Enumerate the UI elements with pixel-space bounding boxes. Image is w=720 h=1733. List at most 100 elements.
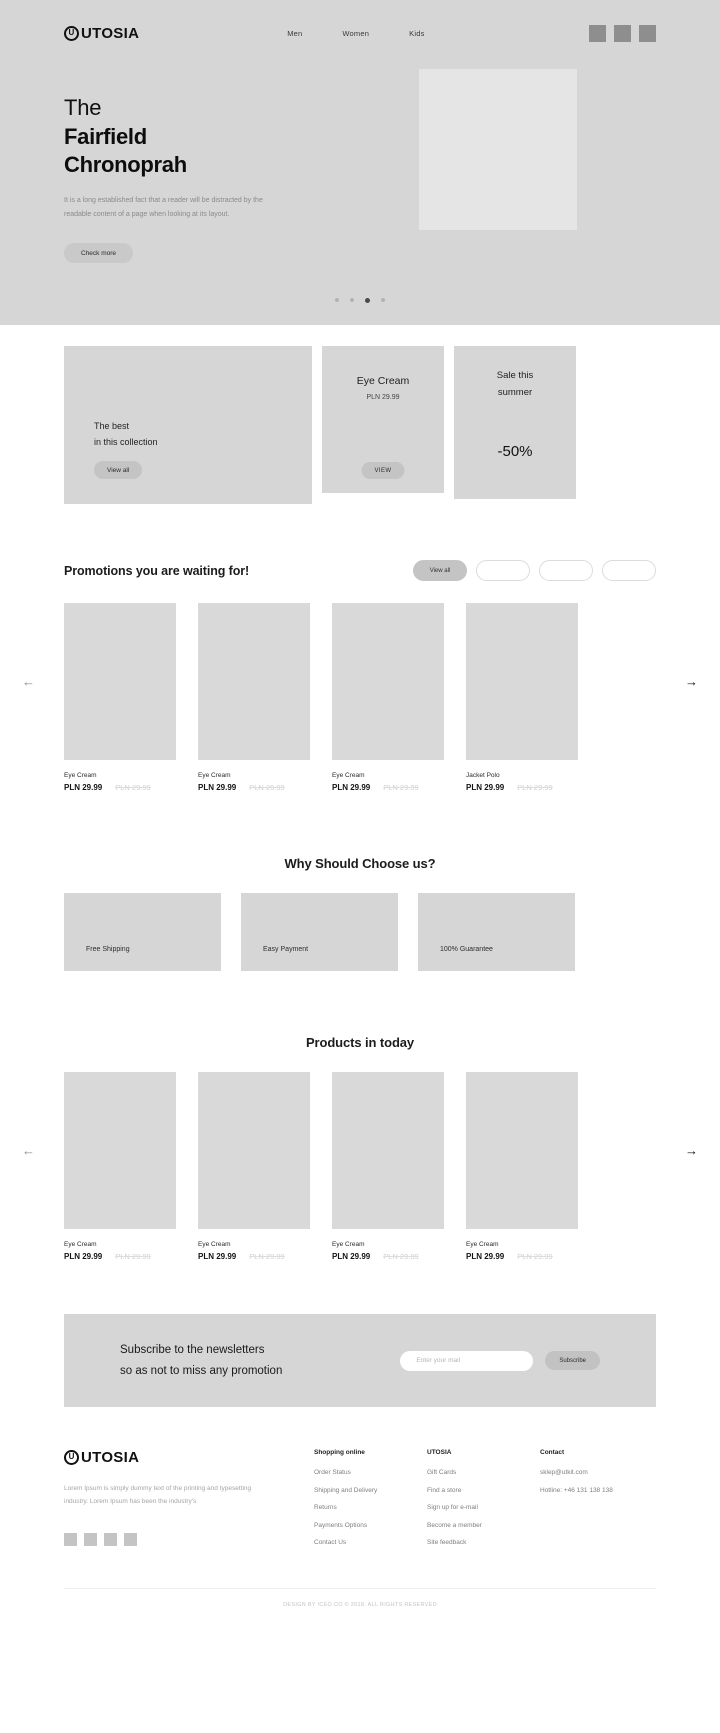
footer-about-text: Lorem Ipsum is simply dummy text of the … [64, 1485, 252, 1505]
filter-pill-2[interactable] [476, 560, 530, 581]
facebook-icon[interactable] [64, 1533, 77, 1546]
footer-column-utosia: UTOSIA Gift Cards Find a store Sign up f… [427, 1449, 540, 1557]
brand-logo-text: UTOSIA [81, 24, 140, 42]
feature-card-easy-payment[interactable]: Easy Payment [241, 893, 398, 971]
product-price: PLN 29.99 [466, 783, 505, 792]
youtube-icon[interactable] [124, 1533, 137, 1546]
product-image [64, 1072, 176, 1229]
newsletter-email-input[interactable] [400, 1350, 534, 1371]
promo-view-all-button[interactable]: View all [94, 461, 143, 479]
footer-column-title: Shopping online [314, 1449, 365, 1456]
instagram-icon[interactable] [104, 1533, 117, 1546]
footer-link-contact-us[interactable]: Contact Us [314, 1539, 427, 1546]
newsletter-form: Subscribe [400, 1350, 600, 1371]
cart-icon[interactable] [639, 24, 656, 42]
footer-link-shipping-delivery[interactable]: Shipping and Delivery [314, 1487, 427, 1494]
product-name: Jacket Polo [466, 772, 500, 779]
feature-cards-row: Free Shipping Easy Payment 100% Guarante… [0, 893, 720, 971]
product-card[interactable]: Eye Cream PLN 29.99 PLN 29.99 [332, 1072, 444, 1261]
today-prev-arrow[interactable]: ← [22, 1144, 35, 1157]
hero-description: It is a long established fact that a rea… [64, 196, 263, 218]
promo-card-sale[interactable]: Sale this summer -50% [454, 346, 576, 499]
carousel-dot-3[interactable] [365, 298, 370, 303]
promo-cards-row: The best in this collection View all Eye… [0, 325, 720, 504]
product-card[interactable]: Eye Cream PLN 29.99 PLN 29.99 [64, 603, 176, 792]
feature-card-free-shipping[interactable]: Free Shipping [64, 893, 221, 971]
brand-logo[interactable]: U UTOSIA [64, 25, 139, 42]
nav-icon-group [589, 24, 656, 42]
hero-title-line-2: Fairfield [64, 123, 147, 149]
twitter-icon[interactable] [84, 1533, 97, 1546]
product-old-price: PLN 29.99 [115, 783, 151, 792]
filter-pill-4[interactable] [602, 560, 656, 581]
footer-link-returns[interactable]: Returns [314, 1504, 427, 1511]
nav-item-kids[interactable]: Kids [409, 29, 424, 38]
promotions-next-arrow[interactable]: → [685, 675, 698, 688]
product-price: PLN 29.99 [198, 1252, 237, 1261]
logo-mark-letter: U [68, 27, 75, 37]
product-image [64, 603, 176, 760]
filter-pill-view-all[interactable]: View all [413, 560, 467, 581]
promotions-section-header: Promotions you are waiting for! View all [0, 560, 720, 581]
footer-link-gift-cards[interactable]: Gift Cards [427, 1469, 540, 1476]
feature-label: 100% Guarantee [440, 946, 493, 953]
footer-link-order-status[interactable]: Order Status [314, 1469, 427, 1476]
newsletter-section: Subscribe to the newsletters so as not t… [64, 1314, 656, 1407]
footer-column-contact: Contact sklep@utkit.com Hotline: +46 131… [540, 1449, 613, 1557]
carousel-dot-2[interactable] [350, 298, 354, 302]
product-price: PLN 29.99 [332, 783, 371, 792]
footer-link-become-member[interactable]: Become a member [427, 1522, 540, 1529]
product-card[interactable]: Jacket Polo PLN 29.99 PLN 29.99 [466, 603, 578, 792]
promotions-prev-arrow[interactable]: ← [22, 675, 35, 688]
check-more-button[interactable]: Check more [64, 243, 134, 264]
user-icon[interactable] [614, 24, 631, 42]
product-old-price: PLN 29.99 [115, 1252, 151, 1261]
product-card[interactable]: Eye Cream PLN 29.99 PLN 29.99 [198, 603, 310, 792]
product-card[interactable]: Eye Cream PLN 29.99 PLN 29.99 [64, 1072, 176, 1261]
footer-logo[interactable]: U UTOSIA [64, 1449, 314, 1466]
promo-card-collection[interactable]: The best in this collection View all [64, 346, 312, 504]
promotions-filter-group: View all [413, 560, 656, 581]
product-image [332, 603, 444, 760]
site-footer: U UTOSIA Lorem Ipsum is simply dummy tex… [0, 1407, 720, 1557]
hero-section: U UTOSIA Men Women Kids The Fairfield Ch… [0, 0, 720, 325]
footer-link-signup-email[interactable]: Sign up for e-mail [427, 1504, 540, 1511]
filter-pill-3[interactable] [539, 560, 593, 581]
search-icon[interactable] [589, 24, 606, 42]
product-image [466, 1072, 578, 1229]
promo-card-eye-cream[interactable]: Eye Cream PLN 29.99 VIEW [322, 346, 444, 493]
product-price-row: PLN 29.99 PLN 29.99 [64, 783, 176, 792]
main-navbar: U UTOSIA Men Women Kids [0, 0, 720, 66]
nav-item-women[interactable]: Women [342, 29, 369, 38]
product-image [198, 603, 310, 760]
product-name: Eye Cream [332, 772, 365, 779]
nav-item-men[interactable]: Men [287, 29, 302, 38]
feature-card-guarantee[interactable]: 100% Guarantee [418, 893, 575, 971]
product-name: Eye Cream [332, 1241, 365, 1248]
product-old-price: PLN 29.99 [383, 783, 419, 792]
product-price: PLN 29.99 [466, 1252, 505, 1261]
subscribe-button[interactable]: Subscribe [545, 1351, 600, 1370]
landing-page: U UTOSIA Men Women Kids The Fairfield Ch… [0, 0, 720, 1608]
promo-collection-text: The best in this collection [94, 419, 158, 451]
hero-product-image [419, 69, 577, 230]
footer-logo-mark-letter: U [68, 1452, 75, 1461]
product-price-row: PLN 29.99 PLN 29.99 [198, 783, 310, 792]
footer-link-find-a-store[interactable]: Find a store [427, 1487, 540, 1494]
carousel-dot-1[interactable] [335, 298, 339, 302]
promo-collection-line-2: in this collection [94, 436, 158, 447]
product-card[interactable]: Eye Cream PLN 29.99 PLN 29.99 [332, 603, 444, 792]
carousel-dot-4[interactable] [381, 298, 385, 302]
logo-circle-icon: U [64, 25, 79, 41]
footer-link-payments-options[interactable]: Payments Options [314, 1522, 427, 1529]
product-price-row: PLN 29.99 PLN 29.99 [198, 1252, 310, 1261]
promo-view-button[interactable]: VIEW [361, 462, 405, 479]
product-card[interactable]: Eye Cream PLN 29.99 PLN 29.99 [466, 1072, 578, 1261]
product-name: Eye Cream [64, 1241, 97, 1248]
footer-link-email[interactable]: sklep@utkit.com [540, 1469, 613, 1476]
footer-link-site-feedback[interactable]: Site feedback [427, 1539, 540, 1546]
product-name: Eye Cream [198, 772, 231, 779]
product-card[interactable]: Eye Cream PLN 29.99 PLN 29.99 [198, 1072, 310, 1261]
footer-column-title: UTOSIA [427, 1449, 452, 1456]
today-next-arrow[interactable]: → [685, 1144, 698, 1157]
